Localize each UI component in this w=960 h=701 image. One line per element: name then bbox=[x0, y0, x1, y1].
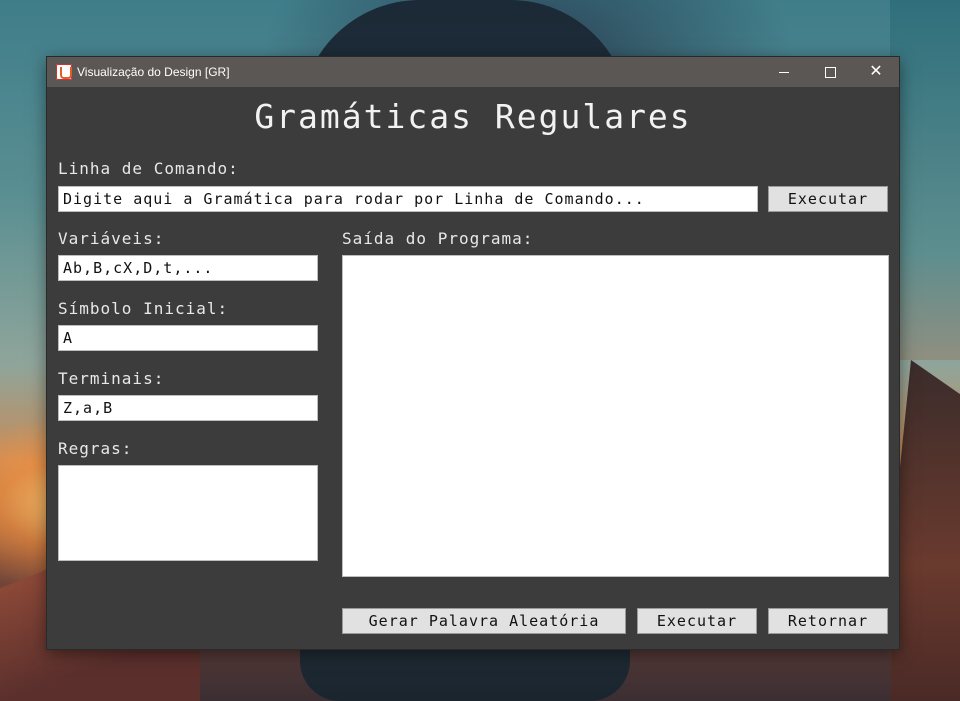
output-label: Saída do Programa: bbox=[342, 229, 534, 248]
background-rock-right bbox=[890, 360, 960, 701]
command-line-input[interactable] bbox=[58, 186, 758, 212]
page-title: Gramáticas Regulares bbox=[254, 97, 692, 136]
execute-button[interactable]: Executar bbox=[637, 608, 757, 634]
app-window: Visualização do Design [GR] ✕ Gramáticas… bbox=[47, 57, 899, 649]
variables-input[interactable] bbox=[58, 255, 318, 281]
minimize-icon bbox=[779, 72, 789, 74]
back-button[interactable]: Retornar bbox=[768, 608, 888, 634]
command-execute-button[interactable]: Executar bbox=[768, 186, 888, 212]
close-button[interactable]: ✕ bbox=[853, 57, 899, 87]
maximize-icon bbox=[824, 67, 836, 79]
random-word-button[interactable]: Gerar Palavra Aleatória bbox=[342, 608, 626, 634]
output-textarea[interactable] bbox=[342, 255, 889, 577]
window-title: Visualização do Design [GR] bbox=[77, 65, 230, 79]
command-line-label: Linha de Comando: bbox=[58, 159, 239, 178]
close-icon: ✕ bbox=[869, 63, 883, 80]
rules-textarea[interactable] bbox=[58, 465, 318, 561]
start-symbol-input[interactable] bbox=[58, 325, 318, 351]
title-bar[interactable]: Visualização do Design [GR] ✕ bbox=[47, 57, 899, 87]
variables-label: Variáveis: bbox=[58, 229, 165, 248]
minimize-button[interactable] bbox=[761, 57, 807, 87]
maximize-button[interactable] bbox=[807, 57, 853, 87]
start-symbol-label: Símbolo Inicial: bbox=[58, 299, 229, 318]
terminals-input[interactable] bbox=[58, 395, 318, 421]
java-icon bbox=[56, 64, 72, 80]
background-sky bbox=[890, 0, 960, 360]
terminals-label: Terminais: bbox=[58, 369, 165, 388]
rules-label: Regras: bbox=[58, 439, 133, 458]
